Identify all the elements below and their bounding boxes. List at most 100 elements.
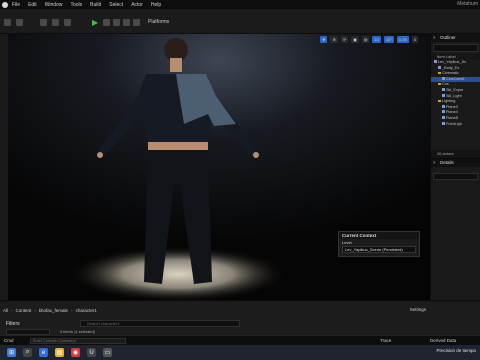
close-icon[interactable]: ×: [433, 34, 436, 42]
status-bar: Cmd Enter Console Command Trace Derived …: [0, 335, 480, 345]
menu-build[interactable]: Build: [90, 2, 101, 8]
chevron-right-icon: ›: [34, 307, 36, 313]
folder-icon: [438, 71, 441, 75]
outliner-row-label: _Body_Ex: [442, 65, 460, 70]
select-mode-icon[interactable]: ✥: [320, 36, 328, 43]
menu-edit[interactable]: Edit: [28, 2, 37, 8]
content-search-input[interactable]: Search character1: [80, 320, 240, 327]
actor-icon: [442, 121, 445, 125]
rotate-icon[interactable]: ⟳: [340, 36, 349, 43]
menu-file[interactable]: File: [12, 2, 20, 8]
world-icon[interactable]: ◍: [361, 36, 370, 43]
camera-speed-value[interactable]: 4: [411, 36, 418, 43]
actor-icon: [438, 65, 441, 69]
derived-data-button[interactable]: Derived Data: [430, 338, 456, 343]
current-context-panel: Current Context Level Lev_Yapikuc_Scene …: [338, 231, 420, 257]
level-dropdown[interactable]: Lev_Yapikuc_Scene (Persistent): [342, 246, 416, 253]
details-tab[interactable]: × Details: [431, 159, 480, 167]
menu-select[interactable]: Select: [109, 2, 123, 8]
breadcrumb-all[interactable]: All: [3, 308, 8, 313]
menu-bar: File Edit Window Tools Build Select Acto…: [0, 0, 480, 9]
translate-icon[interactable]: ⊕: [330, 36, 338, 43]
item-count: 0 items (1 selected): [60, 329, 95, 334]
outliner-row-label: Cinematic: [442, 71, 459, 76]
details-search-input[interactable]: [433, 173, 478, 180]
outliner-row-label: Lighting: [442, 99, 456, 104]
file-explorer-icon[interactable]: ▤: [55, 348, 64, 357]
outliner-tab[interactable]: × Outliner: [431, 34, 480, 42]
mode-select-icon[interactable]: [16, 17, 23, 27]
app-taskbar-icon[interactable]: ▭: [103, 348, 112, 357]
grid-snap-value[interactable]: 10: [372, 36, 381, 43]
actor-icon: [434, 60, 437, 63]
outliner-panel: × Outliner Item Label Lev_Yapikuc_Sc _Bod…: [430, 34, 480, 158]
breadcrumb-folder[interactable]: khofax_female: [39, 308, 68, 313]
menu-window[interactable]: Window: [45, 2, 63, 8]
stop-icon[interactable]: [113, 17, 120, 27]
scale-icon[interactable]: ▣: [351, 36, 359, 43]
outliner-row-label: PointLigh: [446, 121, 462, 126]
actor-icon: [442, 87, 445, 91]
outliner-tree: Lev_Yapikuc_Sc _Body_Ex Cinematic CineCamA C…: [431, 60, 480, 127]
taskbar: ⊞ ⌕ e ▤ ◉ U ▭ Precision de tiempo: [0, 345, 480, 360]
outliner-actor-count: 26 actors: [431, 150, 480, 158]
rotation-snap-value[interactable]: 10°: [383, 36, 394, 43]
outliner-row-label: Lev_Yapikuc_Sc: [438, 60, 467, 64]
system-tray[interactable]: Precision de tiempo: [436, 348, 476, 353]
add-actor-icon[interactable]: [40, 17, 47, 27]
blueprint-icon[interactable]: [52, 17, 59, 27]
level-viewport[interactable]: ✥ ⊕ ⟳ ▣ ◍ 10 10° 0.25 4: [8, 34, 430, 300]
filters-label: Filters: [6, 321, 20, 327]
viewport-toolbar: ✥ ⊕ ⟳ ▣ ◍ 10 10° 0.25 4: [320, 36, 418, 43]
step-icon[interactable]: [103, 17, 110, 27]
main-toolbar: ▶ Platforms: [0, 9, 480, 34]
actor-icon: [442, 110, 445, 114]
level-label: Level: [342, 240, 352, 245]
outliner-search-input[interactable]: [433, 44, 478, 52]
close-icon[interactable]: ×: [433, 159, 436, 167]
console-command-input[interactable]: Enter Console Command: [30, 338, 126, 344]
outliner-row-label: Cos: [442, 82, 449, 87]
folder-icon: [438, 99, 441, 103]
windows-start-icon[interactable]: ⊞: [7, 348, 16, 357]
outliner-row[interactable]: PointLigh: [431, 121, 480, 128]
actor-icon: [442, 93, 445, 97]
outliner-row-label: Skl_Expor: [446, 87, 464, 92]
menu-help[interactable]: Help: [151, 2, 161, 8]
viewport-scene: [8, 34, 430, 300]
folder-icon: [438, 82, 441, 86]
cmd-label[interactable]: Cmd: [4, 338, 14, 343]
save-icon[interactable]: [4, 17, 11, 27]
breadcrumb-content[interactable]: Content: [16, 308, 32, 313]
breadcrumb-current[interactable]: character1: [76, 308, 97, 313]
chevron-right-icon: ›: [71, 307, 73, 313]
eject-icon[interactable]: [123, 17, 130, 27]
settings-button[interactable]: Settings: [410, 307, 426, 312]
chrome-icon[interactable]: ◉: [71, 348, 80, 357]
actor-icon: [442, 104, 445, 108]
outliner-row-label: Plane3: [446, 104, 458, 109]
menu-tools[interactable]: Tools: [70, 2, 82, 8]
current-context-title: Current Context: [339, 232, 419, 239]
outliner-row-label: Plane5: [446, 115, 458, 120]
chevron-right-icon: ›: [11, 307, 13, 313]
outliner-row-label: CineCamA: [446, 76, 465, 81]
platforms-button[interactable]: Platforms: [148, 17, 169, 27]
unreal-taskbar-icon[interactable]: U: [87, 348, 96, 357]
breadcrumb: All › Content › khofax_female › characte…: [3, 304, 480, 316]
unreal-logo-icon[interactable]: [2, 1, 8, 8]
app-title: Metahum: [457, 1, 478, 7]
trace-button[interactable]: Trace: [380, 338, 391, 343]
left-strip: [0, 34, 8, 300]
play-options-icon[interactable]: [133, 17, 140, 27]
details-panel: × Details: [430, 158, 480, 300]
cinematics-icon[interactable]: [64, 17, 71, 27]
actor-icon: [442, 76, 445, 80]
menu-actor[interactable]: Actor: [131, 2, 143, 8]
actor-icon: [442, 115, 445, 119]
edge-icon[interactable]: e: [39, 348, 48, 357]
search-icon[interactable]: ⌕: [23, 348, 32, 357]
scale-snap-value[interactable]: 0.25: [396, 36, 409, 43]
play-icon[interactable]: ▶: [92, 17, 98, 27]
outliner-row-label: Skl_Light: [446, 93, 462, 98]
